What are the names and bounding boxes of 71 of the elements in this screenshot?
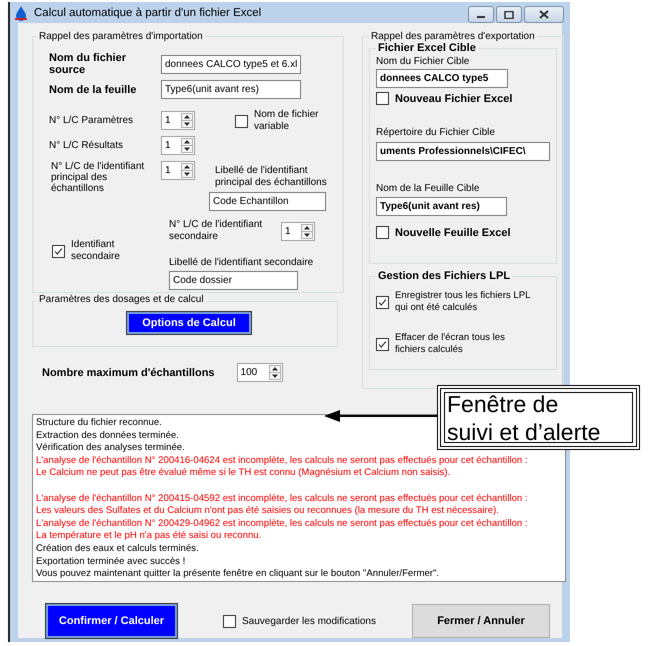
field-label: Répertoire du Fichier Cible <box>376 127 496 138</box>
number-spinner[interactable]: 1 <box>161 111 195 130</box>
options-button[interactable]: Options de Calcul <box>127 312 251 334</box>
field-label: Libellé de l'identifiant principal des échantillons <box>215 165 328 189</box>
close-icon <box>539 10 549 19</box>
group-title: Rappel des paramètres d'importation <box>38 31 204 42</box>
window-title: Calcul automatique à partir d'un fichier Excel <box>34 6 262 18</box>
checkbox[interactable] <box>376 338 389 350</box>
spin-arrows-icon[interactable] <box>181 138 193 153</box>
group-title: Fichier Excel Cible <box>377 42 477 54</box>
group-title: Paramètres des dosages et de calcul <box>37 294 206 305</box>
log-line: L'analyse de l'échantillon N° 200416-04624 est incomplète, les calculs ne seront pas effectués pour cet échantillon : <box>36 454 528 468</box>
checkbox-label: Sauvegarder les modifications <box>242 616 376 626</box>
field-label: N° L/C Résultats <box>49 140 124 151</box>
log-line: La température et le pH n'a pas été saisi ou reconnu. <box>36 530 262 543</box>
number-spinner[interactable]: 1 <box>161 136 195 155</box>
spin-arrows-icon[interactable] <box>268 365 281 380</box>
log-line: Structure du fichier reconnue. <box>36 417 162 430</box>
app-icon <box>14 4 28 20</box>
source-file-field[interactable]: donnees CALCO type5 et 6.xl <box>161 54 301 74</box>
log-line: Extraction des données terminée. <box>36 430 179 442</box>
field-label: N° L/C de l'identifiant principal des échantillons <box>51 161 146 194</box>
secondary-id-label-field[interactable]: Code dossier <box>169 271 298 290</box>
number-spinner[interactable]: 100 <box>236 363 283 382</box>
checkbox[interactable] <box>52 244 65 258</box>
spin-arrows-icon[interactable] <box>301 224 313 239</box>
minimize-button[interactable] <box>468 6 494 23</box>
directory-field[interactable]: uments Professionnels\CIFEC\ <box>376 142 550 161</box>
log-line: Vérification des analyses terminée. <box>36 442 185 455</box>
number-spinner[interactable]: 1 <box>161 161 195 180</box>
maximize-icon <box>504 10 514 18</box>
log-line: L'analyse de l'échantillon N° 200415-04592 est incomplète, les calculs ne seront pas effectués pour cet échantillon : <box>36 492 528 506</box>
log-line: Vous pouvez maintenant quitter la présente fenêtre en cliquant sur le bouton "Annuler/Fermer". <box>36 568 440 581</box>
checkbox-label: Enregistrer tous les fichiers LPL qui ont été calculés <box>395 290 532 314</box>
field-label: Libellé de l'identifiant secondaire <box>169 257 314 268</box>
sheet-name-field[interactable]: Type6(unit avant res) <box>161 80 301 99</box>
checkbox-label: Identifiant secondaire <box>71 239 121 263</box>
number-spinner[interactable]: 1 <box>281 222 315 241</box>
checkbox[interactable] <box>376 92 389 105</box>
checkbox-label: Nouvelle Feuille Excel <box>395 226 511 238</box>
main-id-label-field[interactable]: Code Echantillon <box>209 192 326 211</box>
field-label: Nom du fichier source <box>49 52 128 76</box>
spin-arrows-icon[interactable] <box>181 113 193 128</box>
field-label: Nom de la Feuille Cible <box>376 183 480 194</box>
checkbox[interactable] <box>235 114 248 128</box>
target-file-field[interactable]: donnees CALCO type5 <box>376 69 508 88</box>
checkbox-label: Nouveau Fichier Excel <box>395 92 512 104</box>
log-line: Création des eaux et calculs terminés. <box>36 542 199 556</box>
close-cancel-button[interactable]: Fermer / Annuler <box>412 604 550 638</box>
field-label: Nom de la feuille <box>49 84 138 96</box>
log-line: Exportation terminée avec succès ! <box>36 556 186 568</box>
checkbox-label: Nom de fichier variable <box>254 109 320 133</box>
confirm-button[interactable]: Confirmer / Calculer <box>46 604 177 638</box>
group-title: Gestion des Fichiers LPL <box>377 270 512 282</box>
log-line: L'analyse de l'échantillon N° 200429-04962 est incomplète, les calculs ne seront pas effectués pour cet échantillon : <box>36 518 528 530</box>
callout-label: Fenêtre de suivi et d’alerte <box>447 390 602 446</box>
field-label: N° L/C de l'identifiant secondaire <box>169 219 264 243</box>
spin-arrows-icon[interactable] <box>181 163 193 178</box>
log-line: Les valeurs des Sulfates et du Calcium n'ont pas été saisies ou reconnues (la mesure du TH est nécessaire). <box>36 505 499 518</box>
checkbox[interactable] <box>223 614 236 628</box>
checkbox[interactable] <box>376 296 389 308</box>
close-button[interactable] <box>524 6 564 23</box>
target-sheet-field[interactable]: Type6(unit avant res) <box>376 197 507 216</box>
log-line: Le Calcium ne peut pas être évalué même si le TH est connu (Magnésium et Calcium non saisis). <box>36 467 450 480</box>
field-label: Nom du Fichier Cible <box>376 56 470 67</box>
checkbox[interactable] <box>376 226 389 239</box>
field-label: N° L/C Paramètres <box>49 115 134 126</box>
group-title: Rappel des paramètres d'exportation <box>370 31 536 42</box>
field-label: Nombre maximum d'échantillons <box>42 366 215 378</box>
checkbox-label: Effacer de l'écran tous les fichiers calculés <box>395 332 506 356</box>
maximize-button[interactable] <box>496 6 522 23</box>
